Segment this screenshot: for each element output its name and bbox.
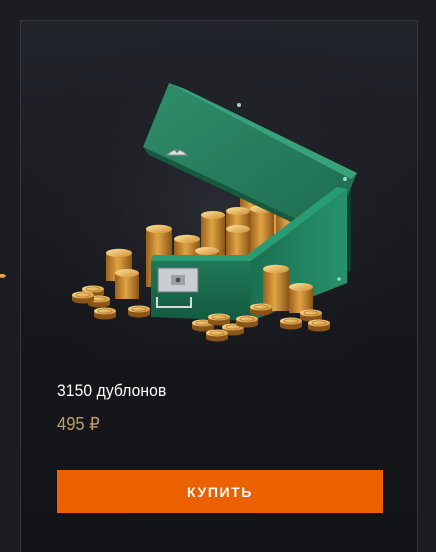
gold-coins-chest-icon (21, 21, 419, 361)
adjacent-card-coin-icon (0, 274, 6, 278)
product-price: 495 ₽ (57, 414, 100, 434)
product-image (21, 21, 419, 361)
shop-view: 3150 дублонов 495 ₽ КУПИТЬ (0, 0, 436, 552)
product-title: 3150 дублонов (57, 381, 167, 400)
product-card[interactable]: 3150 дублонов 495 ₽ КУПИТЬ (20, 20, 419, 552)
buy-button[interactable]: КУПИТЬ (57, 470, 383, 513)
